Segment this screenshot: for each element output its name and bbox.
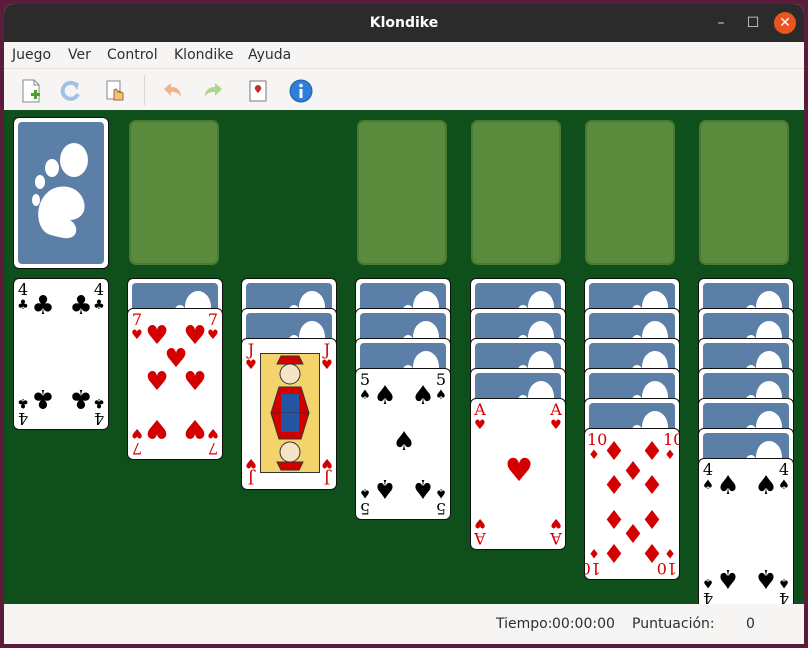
card-rank: J — [323, 340, 331, 359]
card-rank: A — [550, 529, 562, 548]
face-up-card[interactable]: 7 ♥ 7 ♥ 7 ♥ 7 ♥ ♥ ♥ ♥ ♥ ♥ ♥ ♥ — [127, 308, 223, 460]
game-table[interactable]: 4 ♣ 4 ♣ 4 ♣ 4 ♣ ♣ ♣ ♣ ♣ 7 ♥ 7 ♥ 7 ♥ 7 ♥ ♥ ♥ ♥ ♥ ♥ ♥ ♥ J ♥ J ♥ J ♥ J ♥ 5 ♠ 5 ♠ 5… — [4, 110, 804, 610]
card-back — [18, 122, 104, 264]
card-pip: ♠ — [754, 563, 778, 593]
card-suit: ♥ — [474, 418, 486, 433]
jack-of-hearts-face-art — [260, 353, 320, 473]
card-index: J ♥ — [244, 454, 258, 488]
card-suit: ♥ — [550, 515, 562, 530]
card-rank: A — [474, 400, 486, 419]
card-pip: ♥ — [504, 451, 534, 489]
card-suit: ♥ — [550, 418, 562, 433]
foundation-slot-2[interactable] — [471, 120, 561, 265]
card-pip: ♦ — [602, 471, 626, 501]
card-suit: ♥ — [321, 455, 333, 470]
toolbar: ♥ — [4, 68, 804, 111]
card-rank: 4 — [93, 409, 105, 428]
card-pip: ♠ — [716, 471, 740, 501]
maximize-button[interactable]: ☐ — [742, 12, 764, 34]
card-index: A ♥ — [549, 514, 563, 548]
card-pip: ♠ — [716, 563, 740, 593]
card-index: J ♥ — [320, 342, 334, 374]
gnome-foot-icon — [32, 143, 88, 239]
card-pip: ♠ — [392, 427, 416, 457]
card-index: A ♥ — [473, 402, 487, 434]
card-pip: ♣ — [31, 383, 55, 413]
card-index: J ♥ — [320, 454, 334, 488]
close-button[interactable]: ✕ — [774, 12, 796, 34]
score-value: 0 — [746, 616, 755, 632]
card-pip: ♠ — [754, 471, 778, 501]
card-suit: ♥ — [245, 455, 257, 470]
card-rank: A — [474, 529, 486, 548]
menu-bar: Juego Ver Control Klondike Ayuda — [4, 42, 804, 68]
card-index: J ♥ — [244, 342, 258, 374]
card-pip: ♦ — [602, 537, 626, 567]
card-pip: ♠ — [411, 381, 435, 411]
new-game-icon[interactable] — [18, 78, 44, 104]
card-pip: ♥ — [145, 413, 169, 443]
waste-slot[interactable] — [129, 120, 219, 265]
card-index: A ♥ — [549, 402, 563, 434]
hint-icon[interactable]: ♥ — [245, 78, 271, 104]
card-suit: ♥ — [474, 515, 486, 530]
card-rank: 7 — [131, 439, 143, 458]
card-rank: A — [550, 400, 562, 419]
menu-ayuda[interactable]: Ayuda — [248, 47, 291, 63]
foundation-slot-4[interactable] — [699, 120, 789, 265]
card-rank: 5 — [435, 499, 447, 518]
menu-klondike[interactable]: Klondike — [174, 47, 234, 63]
undo-icon[interactable] — [159, 78, 185, 104]
minimize-button[interactable]: – — [710, 12, 732, 34]
card-suit: ♥ — [245, 358, 257, 373]
face-up-card[interactable]: 4 ♣ 4 ♣ 4 ♣ 4 ♣ ♣ ♣ ♣ ♣ — [13, 278, 109, 430]
redo-icon[interactable] — [201, 78, 227, 104]
score-label: Puntuación: — [632, 616, 715, 632]
card-pip: ♠ — [373, 473, 397, 503]
menu-control[interactable]: Control — [107, 47, 158, 63]
card-rank: J — [247, 469, 255, 488]
face-up-card[interactable]: 4 ♠ 4 ♠ 4 ♠ 4 ♠ ♠ ♠ ♠ ♠ — [698, 458, 794, 610]
window-title: Klondike — [369, 15, 439, 31]
menu-juego[interactable]: Juego — [12, 47, 51, 63]
card-pip: ♦ — [640, 537, 664, 567]
card-rank: J — [323, 469, 331, 488]
card-rank: 7 — [207, 439, 219, 458]
card-pip: ♥ — [145, 367, 169, 397]
face-up-card[interactable]: 5 ♠ 5 ♠ 5 ♠ 5 ♠ ♠ ♠ ♠ ♠ ♠ — [355, 368, 451, 520]
info-icon[interactable] — [288, 78, 314, 104]
foundation-slot-1[interactable] — [357, 120, 447, 265]
face-up-card[interactable]: A ♥ A ♥ A ♥ A ♥ ♥ — [470, 398, 566, 550]
card-rank: 4 — [17, 409, 29, 428]
stock-pile[interactable] — [13, 117, 109, 269]
card-pip: ♥ — [183, 413, 207, 443]
menu-ver[interactable]: Ver — [68, 47, 91, 63]
card-pip: ♥ — [183, 367, 207, 397]
face-up-card[interactable]: J ♥ J ♥ J ♥ J ♥ — [241, 338, 337, 490]
card-pip: ♦ — [640, 471, 664, 501]
toolbar-separator — [144, 75, 145, 105]
status-bar: Tiempo: 00:00:00 Puntuación: 0 — [4, 604, 804, 644]
card-pip: ♣ — [69, 291, 93, 321]
card-pip: ♣ — [31, 291, 55, 321]
deal-icon[interactable] — [103, 78, 129, 104]
card-pip: ♠ — [411, 473, 435, 503]
card-rank: 5 — [359, 499, 371, 518]
card-rank: J — [247, 340, 255, 359]
face-up-card[interactable]: 10♦10♦10♦10♦♦♦♦♦♦♦♦♦♦♦ — [584, 428, 680, 580]
title-bar: Klondike – ☐ ✕ — [4, 4, 804, 42]
foundation-slot-3[interactable] — [585, 120, 675, 265]
card-suit: ♥ — [321, 358, 333, 373]
card-pip: ♠ — [373, 381, 397, 411]
app-window: Klondike – ☐ ✕ Juego Ver Control Klondik… — [4, 4, 804, 644]
card-pip: ♣ — [69, 383, 93, 413]
time-value: 00:00:00 — [552, 616, 615, 632]
time-label: Tiempo: — [496, 616, 553, 632]
restart-icon[interactable] — [58, 78, 84, 104]
card-index: A ♥ — [473, 514, 487, 548]
